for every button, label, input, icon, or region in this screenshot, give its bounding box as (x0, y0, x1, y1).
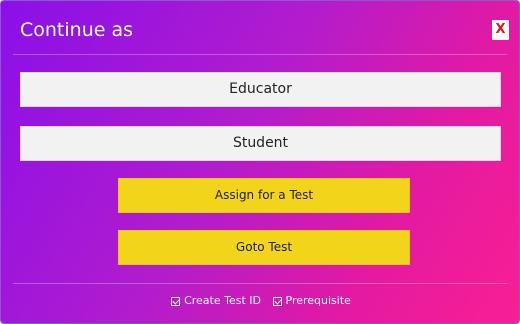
header-divider (13, 54, 507, 55)
checkbox-checked-icon[interactable] (272, 296, 282, 306)
goto-test-button[interactable]: Goto Test (118, 230, 410, 265)
dialog-footer: Create Test ID Prerequisite (1, 292, 520, 312)
dialog-title: Continue as (20, 19, 134, 41)
educator-button[interactable]: Educator (20, 72, 501, 107)
prerequisite-label: Prerequisite (285, 294, 351, 307)
footer-divider (13, 283, 507, 284)
student-button[interactable]: Student (20, 126, 501, 161)
continue-as-dialog: Continue as X Educator Student Assign fo… (0, 0, 520, 324)
prerequisite-option[interactable]: Prerequisite (272, 292, 351, 310)
assign-for-test-button[interactable]: Assign for a Test (118, 178, 410, 213)
checkbox-checked-icon[interactable] (171, 296, 181, 306)
close-button[interactable]: X (492, 20, 509, 40)
dialog-header: Continue as X (1, 1, 520, 59)
create-test-id-option[interactable]: Create Test ID (171, 292, 261, 310)
create-test-id-label: Create Test ID (184, 294, 261, 307)
